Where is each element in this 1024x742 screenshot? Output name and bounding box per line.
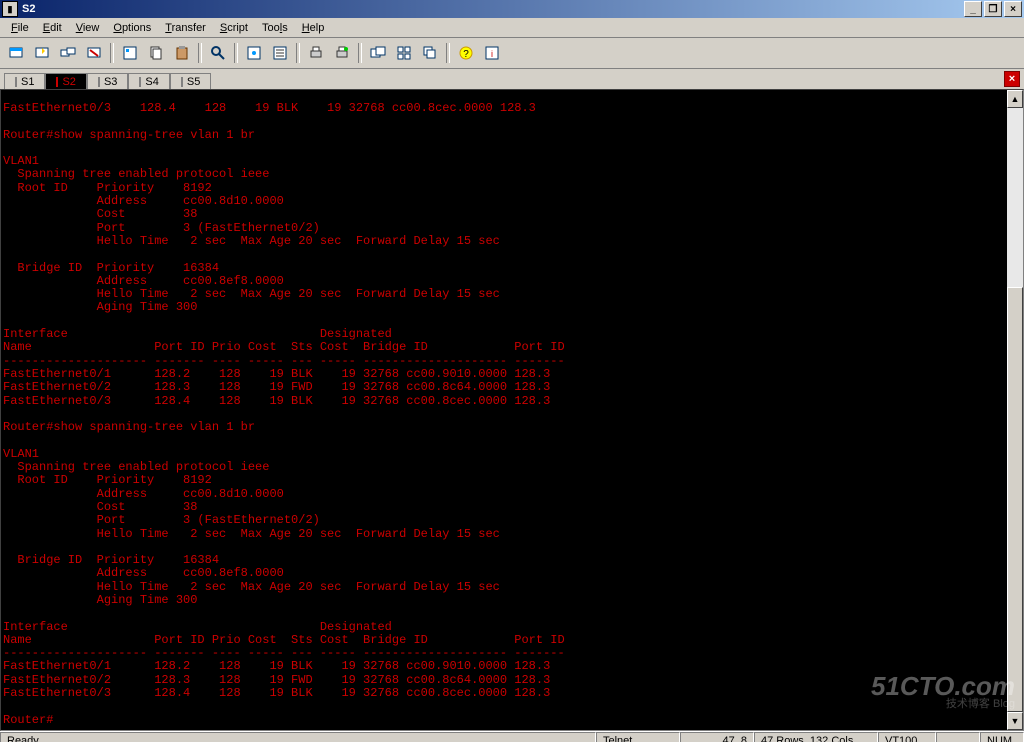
toolbar-separator [296,43,300,63]
window-titlebar: ▮ S2 _ ❐ × [0,0,1024,18]
status-ready: Ready [0,732,596,742]
terminal-container: FastEthernet0/3 128.4 128 19 BLK 19 3276… [0,89,1024,731]
toolbar: ? i [0,38,1024,69]
status-cursor: 47, 8 [680,732,754,742]
window-title: S2 [22,3,35,15]
copy-icon[interactable] [144,41,168,65]
toolbar-separator [234,43,238,63]
menu-tools[interactable]: Tools [255,20,295,36]
menu-options[interactable]: Options [106,20,158,36]
tab-s2[interactable]: S2 [45,73,86,90]
print-icon[interactable] [304,41,328,65]
connect-icon[interactable] [4,41,28,65]
svg-text:i: i [491,49,493,59]
status-bar: Ready Telnet 47, 8 47 Rows, 132 Cols VT1… [0,731,1024,742]
reconnect-icon[interactable] [56,41,80,65]
disconnect-icon[interactable] [82,41,106,65]
status-size: 47 Rows, 132 Cols [754,732,878,742]
scrollbar-track[interactable] [1007,108,1023,712]
menu-help[interactable]: Help [295,20,332,36]
properties-icon[interactable] [242,41,266,65]
help-icon[interactable]: ? [454,41,478,65]
toolbar-separator [110,43,114,63]
tile-icon[interactable] [392,41,416,65]
scroll-down-icon[interactable]: ▼ [1007,712,1023,730]
about-icon[interactable]: i [480,41,504,65]
scroll-up-icon[interactable]: ▲ [1007,90,1023,108]
paste-icon[interactable] [170,41,194,65]
session-options-icon[interactable] [268,41,292,65]
terminal-output[interactable]: FastEthernet0/3 128.4 128 19 BLK 19 3276… [1,102,1023,731]
scrollbar-thumb[interactable] [1007,287,1023,712]
print-screen-icon[interactable] [330,41,354,65]
settings-icon[interactable] [118,41,142,65]
svg-text:?: ? [463,49,469,60]
close-button[interactable]: × [1004,1,1022,17]
tab-s4[interactable]: S4 [128,73,169,90]
toolbar-separator [198,43,202,63]
quick-connect-icon[interactable] [30,41,54,65]
menu-script[interactable]: Script [213,20,255,36]
menu-view[interactable]: View [69,20,107,36]
find-icon[interactable] [206,41,230,65]
menu-edit[interactable]: Edit [36,20,69,36]
status-num: NUM [980,732,1024,742]
session-tab-bar: S1 S2 S3 S4 S5 × [0,69,1024,89]
cascade-icon[interactable] [418,41,442,65]
menu-bar: File Edit View Options Transfer Script T… [0,18,1024,38]
status-protocol: Telnet [596,732,680,742]
toolbar-separator [446,43,450,63]
tab-s1[interactable]: S1 [4,73,45,90]
menu-file[interactable]: File [4,20,36,36]
minimize-button[interactable]: _ [964,1,982,17]
status-caps [936,732,980,742]
tab-s3[interactable]: S3 [87,73,128,90]
menu-transfer[interactable]: Transfer [158,20,213,36]
status-term: VT100 [878,732,936,742]
new-window-icon[interactable] [366,41,390,65]
app-icon: ▮ [2,1,18,17]
toolbar-separator [358,43,362,63]
tab-s5[interactable]: S5 [170,73,211,90]
vertical-scrollbar[interactable]: ▲ ▼ [1007,90,1023,730]
tab-close-button[interactable]: × [1004,71,1020,87]
restore-button[interactable]: ❐ [984,1,1002,17]
